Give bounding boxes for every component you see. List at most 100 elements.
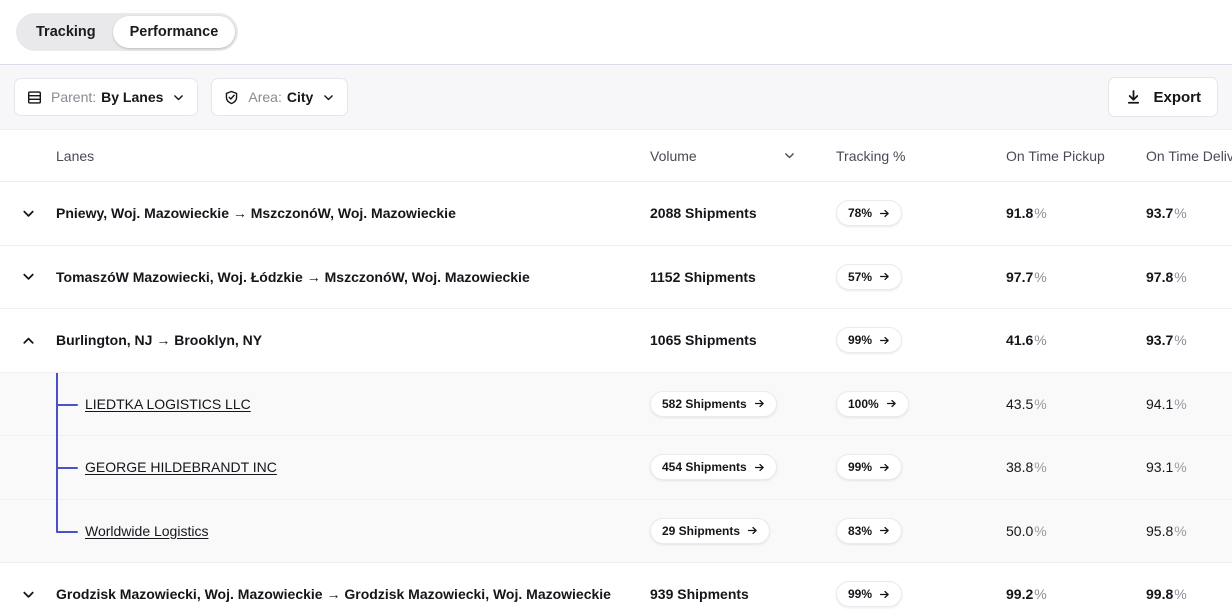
on-time-delivery-cell: 93.7% — [1146, 332, 1232, 348]
volume-cell: 582 Shipments — [650, 391, 836, 417]
export-button[interactable]: Export — [1108, 77, 1218, 117]
tracking-badge[interactable]: 57% — [836, 264, 902, 290]
chevron-down-icon — [21, 269, 36, 284]
table-row[interactable]: GEORGE HILDEBRANDT INC 454 Shipments 99% — [0, 436, 1232, 500]
carrier-link[interactable]: GEORGE HILDEBRANDT INC — [85, 459, 277, 475]
arrow-right-icon — [747, 525, 758, 536]
tracking-badge[interactable]: 83% — [836, 518, 902, 544]
pickup-unit: % — [1034, 396, 1046, 412]
arrow-right-icon — [754, 462, 765, 473]
filter-area-value: City — [287, 89, 313, 105]
delivery-value: 99.8 — [1146, 586, 1173, 602]
table-row[interactable]: TomaszóW Mazowiecki, Woj. Łódzkie → Mszc… — [0, 246, 1232, 310]
row-expand-toggle[interactable] — [0, 206, 56, 221]
delivery-unit: % — [1174, 269, 1186, 285]
delivery-value: 94.1 — [1146, 396, 1173, 412]
column-header-on-time-delivery[interactable]: On Time Delivery — [1146, 148, 1232, 164]
row-collapse-toggle[interactable] — [0, 333, 56, 348]
pickup-unit: % — [1034, 586, 1046, 602]
tree-cell: LIEDTKA LOGISTICS LLC — [0, 373, 650, 436]
lane-name: TomaszóW Mazowiecki, Woj. Łódzkie → Mszc… — [56, 269, 530, 285]
pickup-value: 91.8 — [1006, 205, 1033, 221]
tracking-badge[interactable]: 99% — [836, 327, 902, 353]
tab-group: Tracking Performance — [16, 13, 238, 51]
filter-parent-dropdown[interactable]: Parent: By Lanes — [14, 78, 198, 116]
carrier-link[interactable]: Worldwide Logistics — [85, 523, 208, 539]
volume-cell: 939 Shipments — [650, 586, 836, 602]
arrow-right-icon — [879, 271, 890, 282]
lane-cell: TomaszóW Mazowiecki, Woj. Łódzkie → Mszc… — [56, 269, 650, 285]
table-row[interactable]: LIEDTKA LOGISTICS LLC 582 Shipments 100% — [0, 373, 1232, 437]
chevron-up-icon — [21, 333, 36, 348]
volume-badge[interactable]: 29 Shipments — [650, 518, 770, 544]
filter-parent-value: By Lanes — [101, 89, 163, 105]
volume-cell: 1152 Shipments — [650, 269, 836, 285]
export-label: Export — [1153, 89, 1201, 106]
arrow-right-icon — [879, 335, 890, 346]
filter-area-label: Area: — [248, 89, 281, 105]
pickup-unit: % — [1034, 459, 1046, 475]
volume-cell: 1065 Shipments — [650, 332, 836, 348]
tracking-badge[interactable]: 99% — [836, 454, 902, 480]
column-header-lanes[interactable]: Lanes — [0, 148, 650, 164]
pickup-value: 38.8 — [1006, 459, 1033, 475]
arrow-right-icon — [886, 398, 897, 409]
on-time-delivery-cell: 93.1% — [1146, 459, 1232, 475]
performance-table: Lanes Volume Tracking % On Time Pickup O… — [0, 130, 1232, 611]
tracking-badge[interactable]: 78% — [836, 200, 902, 226]
arrow-right-icon — [754, 398, 765, 409]
lane-name: Grodzisk Mazowiecki, Woj. Mazowieckie → … — [56, 586, 611, 602]
tracking-cell: 83% — [836, 518, 1006, 544]
arrow-right-icon — [879, 589, 890, 600]
tab-bar: Tracking Performance — [0, 0, 1232, 64]
arrow-right-icon — [879, 208, 890, 219]
delivery-unit: % — [1174, 523, 1186, 539]
tab-performance[interactable]: Performance — [113, 16, 236, 48]
row-expand-toggle[interactable] — [0, 269, 56, 284]
pickup-value: 43.5 — [1006, 396, 1033, 412]
arrow-right-icon — [879, 525, 890, 536]
tracking-badge[interactable]: 99% — [836, 581, 902, 607]
tracking-cell: 99% — [836, 327, 1006, 353]
lane-name: Burlington, NJ → Brooklyn, NY — [56, 332, 262, 348]
list-rows-icon — [27, 90, 42, 105]
delivery-unit: % — [1174, 586, 1186, 602]
tree-branch-icon — [0, 436, 90, 500]
on-time-pickup-cell: 43.5% — [1006, 396, 1146, 412]
carrier-link[interactable]: LIEDTKA LOGISTICS LLC — [85, 396, 251, 412]
table-row[interactable]: Grodzisk Mazowiecki, Woj. Mazowieckie → … — [0, 563, 1232, 611]
on-time-pickup-cell: 99.2% — [1006, 586, 1146, 602]
volume-badge[interactable]: 582 Shipments — [650, 391, 777, 417]
tracking-badge[interactable]: 100% — [836, 391, 909, 417]
column-header-tracking[interactable]: Tracking % — [836, 148, 1006, 164]
table-row[interactable]: Pniewy, Woj. Mazowieckie → MszczonóW, Wo… — [0, 182, 1232, 246]
arrow-right-icon — [879, 462, 890, 473]
delivery-value: 93.7 — [1146, 205, 1173, 221]
pickup-value: 50.0 — [1006, 523, 1033, 539]
filter-area-dropdown[interactable]: Area: City — [211, 78, 348, 116]
on-time-delivery-cell: 94.1% — [1146, 396, 1232, 412]
delivery-value: 93.1 — [1146, 459, 1173, 475]
table-row[interactable]: Worldwide Logistics 29 Shipments 83% — [0, 500, 1232, 564]
row-expand-toggle[interactable] — [0, 587, 56, 602]
on-time-pickup-cell: 38.8% — [1006, 459, 1146, 475]
filter-toolbar: Parent: By Lanes Area: City — [0, 64, 1232, 130]
pickup-value: 99.2 — [1006, 586, 1033, 602]
performance-page: Tracking Performance Parent: By Lanes — [0, 0, 1232, 611]
on-time-pickup-cell: 91.8% — [1006, 205, 1146, 221]
tree-branch-end-icon — [0, 500, 90, 564]
volume-cell: 454 Shipments — [650, 454, 836, 480]
tab-tracking[interactable]: Tracking — [19, 16, 113, 48]
column-header-on-time-pickup[interactable]: On Time Pickup — [1006, 148, 1146, 164]
filter-parent-label: Parent: — [51, 89, 96, 105]
table-row[interactable]: Burlington, NJ → Brooklyn, NY 1065 Shipm… — [0, 309, 1232, 373]
pickup-unit: % — [1034, 205, 1046, 221]
download-icon — [1125, 89, 1142, 106]
delivery-unit: % — [1174, 396, 1186, 412]
volume-badge[interactable]: 454 Shipments — [650, 454, 777, 480]
lane-cell: Burlington, NJ → Brooklyn, NY — [56, 332, 650, 348]
column-header-volume[interactable]: Volume — [650, 148, 836, 164]
chevron-down-icon[interactable] — [783, 149, 796, 162]
pickup-unit: % — [1034, 332, 1046, 348]
lane-cell: Grodzisk Mazowiecki, Woj. Mazowieckie → … — [56, 586, 650, 602]
